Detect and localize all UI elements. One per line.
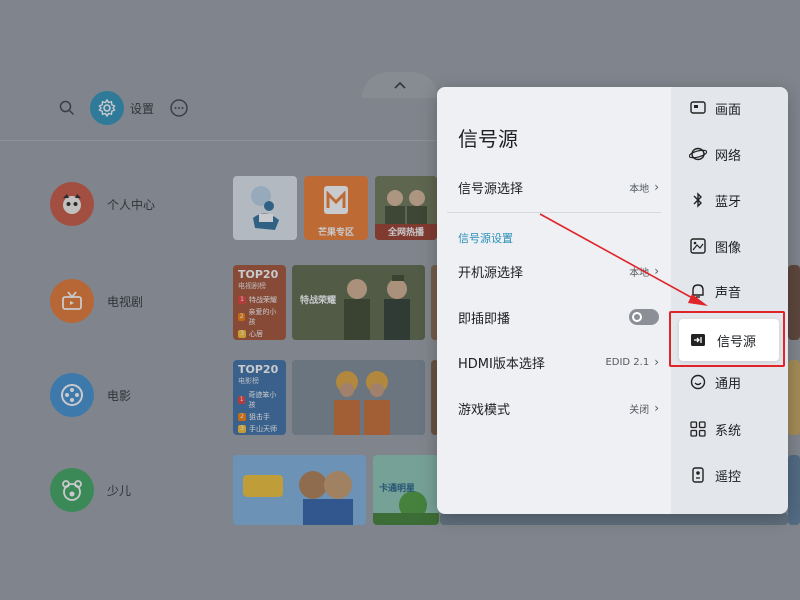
panel-title: 信号源 xyxy=(458,127,518,151)
sound-bell-icon xyxy=(689,282,707,300)
sidebar-item-bluetooth[interactable]: 蓝牙 xyxy=(689,189,741,211)
sidebar-item-label: 遥控 xyxy=(715,469,742,485)
sidebar-item-sound[interactable]: 声音 xyxy=(689,280,741,302)
sidebar-item-system[interactable]: 系统 xyxy=(689,418,741,440)
option-value: 本地 › xyxy=(629,264,659,279)
highlight-annotation-box xyxy=(669,311,785,367)
sidebar-item-general[interactable]: 通用 xyxy=(689,371,741,393)
section-divider xyxy=(447,212,661,213)
system-grid-icon xyxy=(689,420,707,438)
panel-content: 信号源 信号源选择 本地 › 信号源设置 开机源选择 本地 › 即插即播 HDMI版… xyxy=(437,87,671,514)
option-value: 关闭 › xyxy=(629,401,659,416)
option-label: 信号源选择 xyxy=(458,181,524,197)
toggle-knob xyxy=(632,312,642,322)
sidebar-item-label: 图像 xyxy=(715,240,742,256)
option-value: EDID 2.1 › xyxy=(605,355,659,369)
general-smile-icon xyxy=(689,373,707,391)
option-game-mode[interactable]: 游戏模式 关闭 › xyxy=(458,396,659,420)
option-label: 开机源选择 xyxy=(458,265,524,281)
sidebar-item-label: 画面 xyxy=(715,102,742,118)
sidebar-item-image[interactable]: 图像 xyxy=(689,235,741,257)
sidebar-item-label: 通用 xyxy=(715,376,742,392)
chevron-right-icon: › xyxy=(654,180,659,194)
network-globe-icon xyxy=(689,145,707,163)
option-plug-and-play[interactable]: 即插即播 xyxy=(458,305,659,329)
option-label: HDMI版本选择 xyxy=(458,356,545,372)
option-hdmi-version[interactable]: HDMI版本选择 EDID 2.1 › xyxy=(458,350,659,374)
chevron-right-icon: › xyxy=(654,401,659,415)
sidebar-item-label: 系统 xyxy=(715,423,742,439)
plug-and-play-toggle[interactable] xyxy=(629,309,659,325)
sidebar-item-remote[interactable]: 遥控 xyxy=(689,464,741,486)
section-header: 信号源设置 xyxy=(458,232,513,245)
image-icon xyxy=(689,237,707,255)
option-source-select[interactable]: 信号源选择 本地 › xyxy=(458,175,659,199)
sidebar-item-label: 网络 xyxy=(715,148,742,164)
option-boot-source[interactable]: 开机源选择 本地 › xyxy=(458,259,659,283)
sidebar-item-label: 声音 xyxy=(715,285,742,301)
picture-icon xyxy=(689,99,707,117)
chevron-right-icon: › xyxy=(654,264,659,278)
sidebar-item-label: 蓝牙 xyxy=(715,194,742,210)
option-label: 游戏模式 xyxy=(458,402,511,418)
sidebar-item-picture[interactable]: 画面 xyxy=(689,97,741,119)
option-value: 本地 › xyxy=(629,180,659,195)
bluetooth-icon xyxy=(689,191,707,209)
signal-source-panel: 信号源 信号源选择 本地 › 信号源设置 开机源选择 本地 › 即插即播 HDMI版… xyxy=(437,87,788,514)
settings-sidebar: 画面 网络 蓝牙 图像 声音 信号源 通用 系统 遥控 xyxy=(671,87,788,514)
remote-icon xyxy=(689,466,707,484)
chevron-right-icon: › xyxy=(654,355,659,369)
sidebar-item-network[interactable]: 网络 xyxy=(689,143,741,165)
option-label: 即插即播 xyxy=(458,311,511,327)
